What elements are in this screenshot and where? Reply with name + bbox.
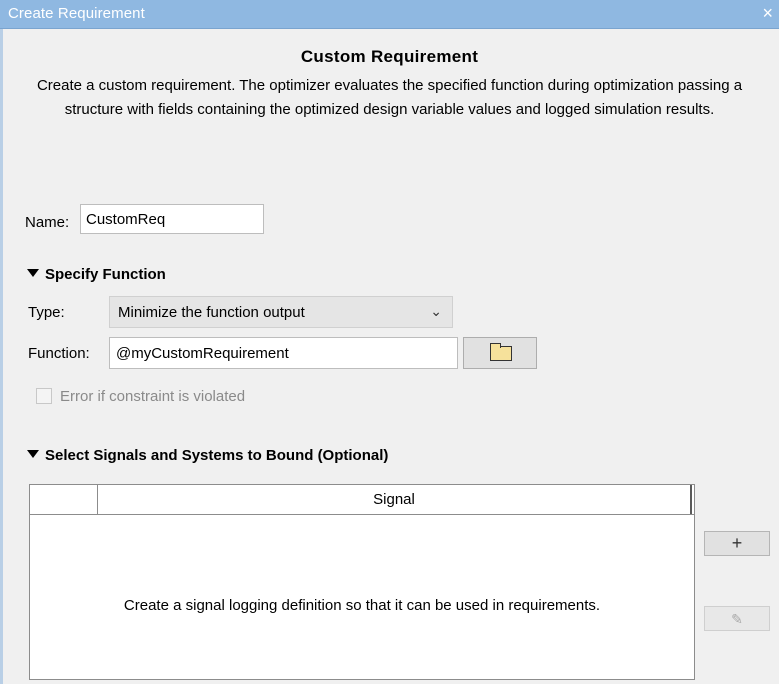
- section-title: Specify Function: [45, 266, 166, 283]
- close-icon[interactable]: ×: [762, 3, 773, 24]
- error-if-violated-label: Error if constraint is violated: [60, 388, 246, 405]
- pencil-icon: ✎: [731, 611, 743, 627]
- column-header-signal-label: Signal: [373, 491, 415, 508]
- table-empty-message: Create a signal logging definition so th…: [123, 597, 601, 614]
- column-header-index[interactable]: [30, 485, 98, 514]
- function-label: Function:: [28, 345, 90, 362]
- table-header: Signal: [30, 485, 694, 515]
- create-requirement-dialog: Create Requirement × Custom Requirement …: [0, 0, 779, 684]
- window-title: Create Requirement: [8, 5, 145, 22]
- section-title: Select Signals and Systems to Bound (Opt…: [45, 447, 389, 464]
- title-bar[interactable]: Create Requirement ×: [0, 0, 779, 29]
- chevron-down-icon: ⌄: [430, 303, 442, 319]
- name-input[interactable]: [80, 204, 264, 234]
- folder-icon: [490, 343, 512, 361]
- description-text: Create a custom requirement. The optimiz…: [36, 77, 743, 118]
- browse-button[interactable]: [463, 337, 537, 369]
- type-dropdown-value: Minimize the function output: [118, 304, 305, 321]
- type-dropdown[interactable]: Minimize the function output ⌄: [109, 296, 453, 328]
- specify-function-section-toggle[interactable]: Specify Function: [27, 266, 166, 283]
- page-title: Custom Requirement: [300, 47, 479, 66]
- function-input[interactable]: [109, 337, 458, 369]
- type-label: Type:: [28, 304, 65, 321]
- edit-signal-button[interactable]: ✎: [704, 606, 770, 631]
- collapse-triangle-icon: [27, 269, 39, 277]
- signals-table[interactable]: Signal Create a signal logging definitio…: [29, 484, 695, 680]
- collapse-triangle-icon: [27, 450, 39, 458]
- add-signal-button[interactable]: +: [704, 531, 770, 556]
- window-left-border: [0, 29, 3, 684]
- name-label: Name:: [25, 214, 70, 231]
- error-if-violated-checkbox[interactable]: [36, 388, 52, 404]
- plus-icon: +: [731, 533, 743, 553]
- column-header-signal[interactable]: Signal: [98, 485, 692, 514]
- select-signals-section-toggle[interactable]: Select Signals and Systems to Bound (Opt…: [27, 447, 388, 464]
